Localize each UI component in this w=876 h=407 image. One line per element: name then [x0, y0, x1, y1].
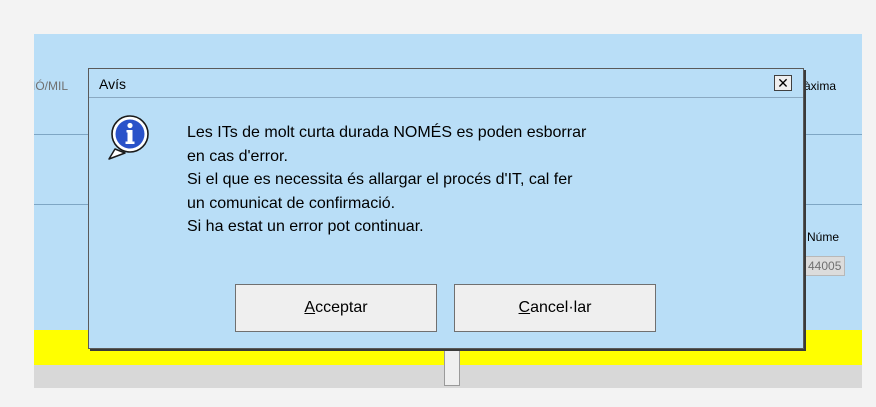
info-icon	[108, 115, 149, 160]
background-scroll-handle	[444, 346, 460, 386]
close-icon: ✕	[777, 75, 789, 91]
accept-button[interactable]: Acceptar	[235, 284, 437, 332]
message-line: en cas d'error.	[187, 147, 288, 165]
background-number-field: 44005	[804, 256, 846, 276]
cancel-mnemonic: C	[518, 299, 531, 316]
message-line: un comunicat de confirmació.	[187, 194, 396, 212]
cancel-label-rest: ancel·lar	[530, 299, 592, 316]
close-button[interactable]: ✕	[774, 75, 792, 91]
warning-dialog: Avís ✕ Les ITs de molt curta durada NOMÉ…	[88, 68, 804, 349]
cancel-button[interactable]: Cancel·lar	[454, 284, 656, 332]
dialog-title: Avís	[99, 76, 126, 92]
background-right-label: àxima	[804, 79, 837, 93]
dialog-message: Les ITs de molt curta durada NOMÉS es po…	[187, 121, 586, 239]
message-line: Si ha estat un error pot continuar.	[187, 218, 424, 235]
background-left-label: IÓ/MIL	[34, 79, 69, 93]
background-number-label: Núme	[807, 230, 840, 244]
dialog-titlebar: Avís ✕	[89, 69, 803, 98]
message-line: Si el que es necessita és allargar el pr…	[187, 171, 573, 188]
message-line: Les ITs de molt curta durada NOMÉS es po…	[187, 124, 587, 141]
accept-label-rest: cceptar	[315, 299, 368, 316]
accept-mnemonic: A	[304, 299, 316, 316]
